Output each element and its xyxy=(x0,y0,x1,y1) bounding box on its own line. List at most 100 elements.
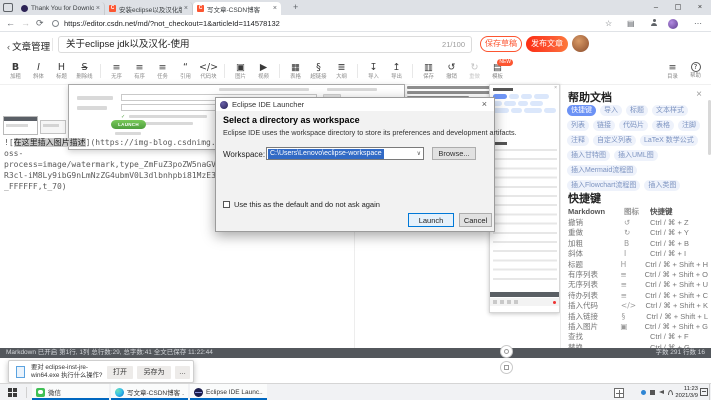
image-button[interactable]: ▣图片 xyxy=(229,62,252,81)
workspace-combo[interactable]: C:\Users\Lenovo\eclipse-workspace ∨ xyxy=(266,147,424,160)
tab-actions-icon[interactable] xyxy=(3,3,13,12)
new-tab-button[interactable]: + xyxy=(293,2,298,12)
help-tag[interactable]: LaTeX 数学公式 xyxy=(640,135,698,146)
shortcuts-title: 快捷键 xyxy=(568,190,601,206)
export-button[interactable]: ↥导出 xyxy=(385,62,408,81)
back-icon[interactable]: ← xyxy=(6,15,15,32)
help-button[interactable]: ?帮助 xyxy=(684,62,707,80)
wechat-icon xyxy=(36,388,45,397)
dialog-close-icon[interactable]: × xyxy=(482,98,487,111)
help-tag[interactable]: 列表 xyxy=(567,120,589,131)
italic-button[interactable]: I斜体 xyxy=(27,62,50,81)
outline-button[interactable]: ≣大纲 xyxy=(330,62,353,81)
toc-button[interactable]: ≡目录 xyxy=(661,62,684,81)
strikethrough-button[interactable]: S删除线 xyxy=(73,62,96,81)
tray-icon-1[interactable] xyxy=(641,390,646,395)
bold-button[interactable]: B加粗 xyxy=(4,62,27,81)
heading-button[interactable]: H标题 xyxy=(50,62,73,81)
help-tag[interactable]: 自定义列表 xyxy=(593,135,636,146)
task-list-button[interactable]: ≡任务 xyxy=(151,62,174,81)
help-tag[interactable]: 代码片 xyxy=(619,120,648,131)
help-tag[interactable]: 文本样式 xyxy=(652,105,688,116)
user-avatar[interactable] xyxy=(572,35,589,52)
tray-icon-2[interactable] xyxy=(650,390,655,395)
hyperlink-button[interactable]: §超链接 xyxy=(307,62,330,81)
browser-avatar[interactable] xyxy=(668,19,678,29)
tab-close-icon[interactable]: × xyxy=(273,5,277,12)
profile-icon[interactable] xyxy=(650,19,658,27)
help-tag[interactable]: 链接 xyxy=(593,120,615,131)
unordered-list-button[interactable]: ≡无序 xyxy=(105,62,128,81)
toolbar-divider xyxy=(412,64,413,78)
action-center-icon[interactable] xyxy=(700,388,708,396)
refresh-icon[interactable]: ⟳ xyxy=(36,15,44,32)
publish-button[interactable]: 发布文章 xyxy=(526,36,568,52)
help-tag[interactable]: 插入UML图 xyxy=(614,150,658,161)
help-tag[interactable]: 插入Mermaid流程图 xyxy=(567,165,637,176)
browser-tab-3[interactable]: C写文章-CSDN博客× xyxy=(193,2,281,15)
taskbar-app-1[interactable]: 微信 xyxy=(32,384,109,400)
cancel-button[interactable]: Cancel xyxy=(459,213,492,227)
quote-button[interactable]: “引用 xyxy=(174,62,197,81)
start-button[interactable] xyxy=(8,388,17,397)
save-as-button[interactable]: 另存为 xyxy=(137,366,171,379)
help-tag[interactable]: 注释 xyxy=(567,135,589,146)
help-icon: ? xyxy=(691,62,701,72)
input-indicator-icon[interactable] xyxy=(614,388,624,398)
save-draft-button[interactable]: 保存草稿 xyxy=(480,36,522,52)
code-block-button[interactable]: </>代码块 xyxy=(197,62,220,81)
launch-button[interactable]: Launch xyxy=(408,213,454,227)
checkbox-label: Use this as the default and do not ask a… xyxy=(234,200,380,209)
template-button[interactable]: ▤模板NEW xyxy=(486,62,509,81)
site-info-icon[interactable] xyxy=(52,20,59,27)
help-close-icon[interactable]: × xyxy=(696,89,702,100)
toast-more-button[interactable]: … xyxy=(175,366,190,379)
favorites-star-icon[interactable]: ☆ xyxy=(605,15,612,32)
preview-float-square-button[interactable] xyxy=(500,361,513,374)
shortcut-row: 有序列表≡Ctrl / ⌘ + Shift + O xyxy=(568,270,708,280)
import-button[interactable]: ↧导入 xyxy=(362,62,385,81)
volume-icon[interactable] xyxy=(659,390,664,394)
help-tag[interactable]: 快捷键 xyxy=(567,105,596,116)
undo-button[interactable]: ↺撤销 xyxy=(440,62,463,81)
ordered-list-button[interactable]: ≡有序 xyxy=(128,62,151,81)
preview-float-edit-button[interactable] xyxy=(500,345,513,358)
help-tag[interactable]: 标题 xyxy=(626,105,648,116)
browser-tab-1[interactable]: Thank You for Downloading Ecl× xyxy=(17,2,105,15)
url-text[interactable]: https://editor.csdn.net/md/?not_checkout… xyxy=(64,15,280,32)
tab-close-icon[interactable]: × xyxy=(184,5,188,12)
help-tag[interactable]: 导入 xyxy=(600,105,622,116)
dialog-titlebar[interactable]: Eclipse IDE Launcher × xyxy=(216,98,494,111)
help-tag[interactable]: 插入类图 xyxy=(644,180,680,191)
redo-button[interactable]: ↻重做 xyxy=(463,62,486,81)
default-workspace-checkbox[interactable] xyxy=(223,201,230,208)
show-desktop-button[interactable] xyxy=(709,384,710,400)
forward-icon[interactable]: → xyxy=(21,15,30,32)
table-button[interactable]: ▦表格 xyxy=(284,62,307,81)
help-tag[interactable]: 插入甘特图 xyxy=(567,150,610,161)
combo-dropdown-icon[interactable]: ∨ xyxy=(417,149,421,159)
taskbar-app-2[interactable]: 写文章-CSDN博客 … xyxy=(111,384,188,400)
open-button[interactable]: 打开 xyxy=(107,366,133,379)
breadcrumb[interactable]: ‹文章管理 xyxy=(7,39,50,53)
csdn-favicon-icon: C xyxy=(109,5,116,12)
help-tag[interactable]: 注脚 xyxy=(678,120,700,131)
tab-close-icon[interactable]: × xyxy=(96,5,100,12)
installer-launch-button[interactable]: LAUNCH xyxy=(111,120,146,129)
toolbar-item-label: 目录 xyxy=(662,73,683,80)
more-menu-icon[interactable]: ⋯ xyxy=(694,15,702,32)
maximize-button[interactable]: ▢ xyxy=(667,0,689,15)
taskbar-clock[interactable]: 11:23 2021/3/9 xyxy=(672,386,698,399)
close-button[interactable]: × xyxy=(689,0,711,15)
browser-tab-2[interactable]: C安装eclipse以及汉化版- CSDN× xyxy=(105,2,193,15)
taskbar-app-3[interactable]: Eclipse IDE Launc... xyxy=(190,384,267,400)
video-button[interactable]: ▶视频 xyxy=(252,62,275,81)
mini-tag xyxy=(504,101,516,106)
collections-icon[interactable]: ▤ xyxy=(627,15,635,32)
browse-button[interactable]: Browse... xyxy=(432,147,476,160)
toolbar-item-label: 无序 xyxy=(106,73,127,80)
help-tag[interactable]: 表格 xyxy=(652,120,674,131)
save-button[interactable]: ▥保存 xyxy=(417,62,440,81)
minimize-button[interactable]: – xyxy=(645,0,667,15)
article-title-input[interactable]: 关于eclipse jdk以及汉化-使用 21/100 xyxy=(58,36,472,53)
